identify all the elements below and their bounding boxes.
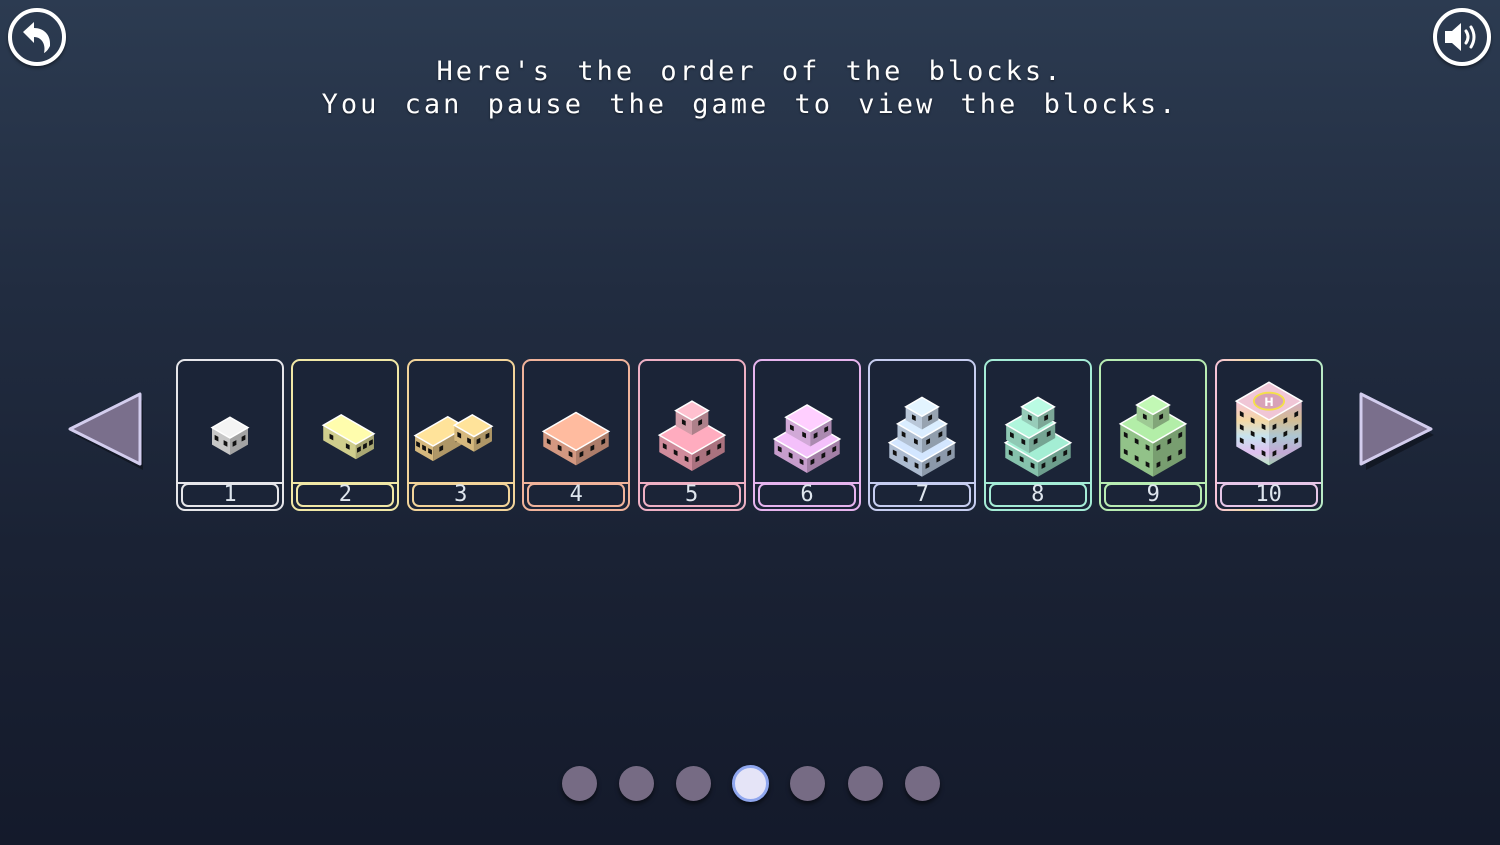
block-preview — [871, 362, 973, 480]
block-number: 3 — [411, 483, 510, 507]
block-preview — [987, 362, 1089, 480]
block-number: 6 — [758, 483, 856, 507]
block-preview — [641, 362, 743, 480]
page-dot[interactable] — [847, 766, 883, 801]
block-card[interactable]: 8 — [983, 359, 1092, 511]
block-card[interactable]: 9 — [1099, 359, 1208, 511]
page-dot-active[interactable] — [732, 765, 770, 802]
green-tower-building-icon — [1118, 394, 1188, 477]
block-number: 10 — [1219, 483, 1318, 507]
instruction-line-1: Here's the order of the blocks. — [436, 56, 1064, 87]
instruction-line-2: You can pause the game to view the block… — [321, 89, 1179, 120]
page-dot[interactable] — [619, 766, 655, 801]
block-preview — [179, 362, 281, 480]
speaker-volume-icon — [1445, 23, 1476, 51]
block-preview — [756, 362, 858, 480]
page-dot[interactable] — [562, 766, 597, 801]
page-dot[interactable] — [790, 766, 826, 801]
rainbow-helipad-building-icon: H — [1234, 381, 1303, 466]
block-preview — [525, 362, 627, 480]
orange-l-shaped-building-icon — [413, 413, 494, 462]
block-number: 4 — [527, 483, 626, 507]
block-card[interactable]: 1 — [176, 359, 284, 511]
block-preview — [410, 362, 512, 480]
block-card[interactable]: 4 — [522, 359, 631, 511]
salmon-square-building-icon — [541, 411, 611, 466]
block-number: 1 — [181, 483, 279, 507]
block-number: 9 — [1104, 483, 1203, 507]
block-number: 8 — [988, 483, 1087, 507]
block-card[interactable]: 5 — [637, 359, 746, 511]
block-number: 5 — [642, 483, 741, 507]
block-preview — [1102, 362, 1204, 480]
triangle-right-icon — [1359, 392, 1434, 470]
page-dot[interactable] — [904, 766, 940, 801]
page-dot[interactable] — [676, 766, 712, 801]
small-white-building-icon — [210, 416, 250, 455]
mint-three-tier-building-icon — [1003, 396, 1073, 477]
triangle-left-icon — [68, 392, 143, 470]
yellow-long-building-icon — [322, 413, 376, 460]
block-card[interactable]: 6 — [753, 359, 861, 511]
block-number: 7 — [873, 483, 972, 507]
block-preview — [294, 362, 396, 480]
block-card[interactable]: 3 — [406, 359, 515, 511]
previous-page-button[interactable] — [62, 388, 148, 478]
pink-two-tier-building-icon — [657, 400, 726, 472]
svg-text:H: H — [1264, 395, 1273, 409]
blue-three-tier-building-icon — [888, 396, 957, 477]
page-indicator — [0, 765, 1500, 805]
block-preview: H — [1218, 362, 1320, 480]
undo-arrow-icon — [23, 22, 51, 53]
block-card[interactable]: H 10 — [1215, 359, 1323, 511]
block-card[interactable]: 7 — [868, 359, 977, 511]
next-page-button[interactable] — [1355, 388, 1441, 478]
lilac-two-tier-building-icon — [772, 404, 842, 473]
block-card[interactable]: 2 — [291, 359, 400, 511]
block-number: 2 — [296, 483, 395, 507]
